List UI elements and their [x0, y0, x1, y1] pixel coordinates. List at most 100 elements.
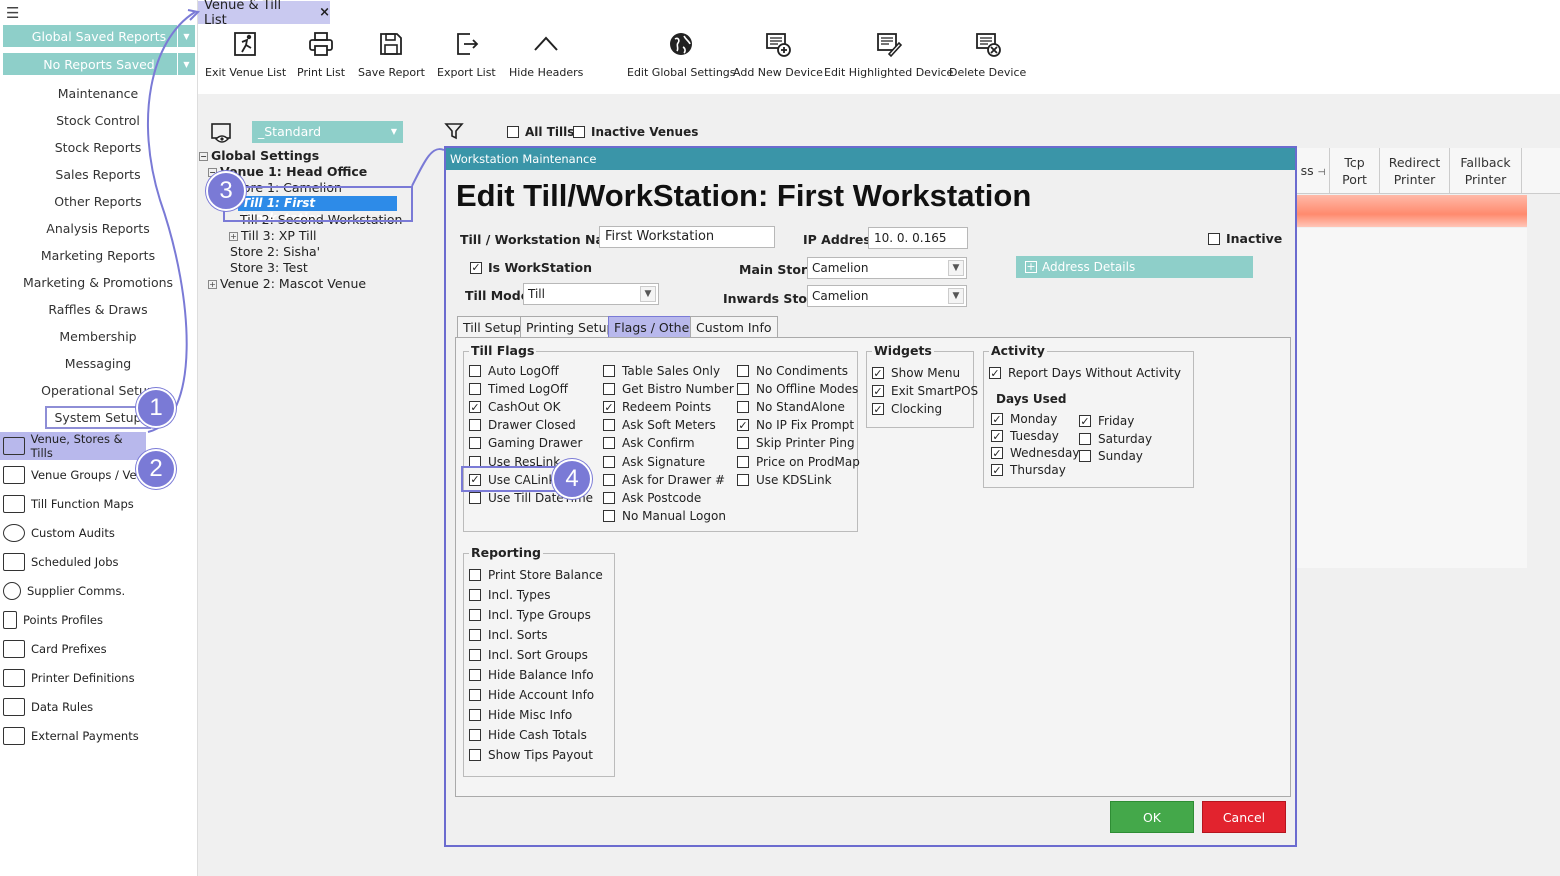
- checkbox-box[interactable]: [603, 437, 615, 450]
- flag-checkbox[interactable]: Hide Cash Totals: [469, 728, 587, 742]
- flag-checkbox[interactable]: Ask Postcode: [603, 491, 701, 505]
- flag-checkbox[interactable]: Get Bistro Number: [603, 382, 734, 396]
- checkbox-box[interactable]: [469, 419, 481, 432]
- flag-checkbox[interactable]: Redeem Points: [603, 400, 711, 414]
- flag-checkbox[interactable]: Show Menu: [872, 366, 960, 380]
- flag-checkbox[interactable]: Ask Signature: [603, 455, 705, 469]
- checkbox-box[interactable]: [469, 491, 481, 504]
- flag-checkbox[interactable]: Incl. Sorts: [469, 628, 548, 642]
- flag-checkbox[interactable]: Ask for Drawer #: [603, 473, 725, 487]
- flag-checkbox[interactable]: Use KDSLink: [737, 473, 832, 487]
- flag-checkbox[interactable]: Wednesday: [991, 446, 1079, 460]
- dialog-title-bar[interactable]: Workstation Maintenance: [446, 148, 1295, 170]
- checkbox-box[interactable]: [603, 365, 615, 377]
- checkbox-box[interactable]: [469, 569, 481, 581]
- flag-checkbox[interactable]: Tuesday: [991, 429, 1059, 443]
- checkbox-box[interactable]: [470, 261, 482, 274]
- flag-checkbox[interactable]: No Condiments: [737, 364, 848, 378]
- checkbox-box[interactable]: [737, 365, 749, 377]
- flag-checkbox[interactable]: Skip Printer Ping: [737, 436, 855, 450]
- flag-checkbox[interactable]: Friday: [1079, 414, 1134, 428]
- flag-checkbox[interactable]: Clocking: [872, 402, 942, 416]
- checkbox-box[interactable]: [603, 383, 615, 396]
- checkbox-box[interactable]: [991, 413, 1003, 425]
- tab-printing-setup[interactable]: Printing Setup: [520, 316, 621, 338]
- checkbox-box[interactable]: [603, 473, 615, 486]
- checkbox-box[interactable]: [737, 383, 749, 396]
- checkbox-box[interactable]: [872, 367, 884, 379]
- flag-checkbox[interactable]: No Offline Modes: [737, 382, 858, 396]
- checkbox-box[interactable]: [469, 689, 481, 701]
- checkbox-box[interactable]: [603, 509, 615, 522]
- flag-checkbox[interactable]: No Manual Logon: [603, 509, 726, 523]
- flag-checkbox[interactable]: Auto LogOff: [469, 364, 559, 378]
- flag-checkbox[interactable]: Print Store Balance: [469, 568, 603, 582]
- checkbox-box[interactable]: [737, 473, 749, 486]
- flag-checkbox[interactable]: Exit SmartPOS: [872, 384, 978, 398]
- tab-till-setup[interactable]: Till Setup: [457, 316, 528, 338]
- tab-custom-info[interactable]: Custom Info: [690, 316, 778, 338]
- inactive-checkbox[interactable]: Inactive: [1208, 231, 1282, 246]
- flag-checkbox[interactable]: Price on ProdMap: [737, 455, 860, 469]
- checkbox-box[interactable]: [989, 367, 1001, 379]
- flag-checkbox[interactable]: Thursday: [991, 463, 1066, 477]
- checkbox-box[interactable]: [737, 419, 749, 432]
- till-mode-select[interactable]: Till ▼: [523, 283, 659, 305]
- flag-checkbox[interactable]: Drawer Closed: [469, 418, 576, 432]
- flag-checkbox[interactable]: Incl. Sort Groups: [469, 648, 588, 662]
- flag-checkbox[interactable]: Incl. Type Groups: [469, 608, 591, 622]
- checkbox-box[interactable]: [737, 455, 749, 468]
- checkbox-box[interactable]: [1208, 232, 1220, 245]
- flag-checkbox[interactable]: No IP Fix Prompt: [737, 418, 854, 432]
- flag-checkbox[interactable]: Timed LogOff: [469, 382, 568, 396]
- checkbox-box[interactable]: [991, 430, 1003, 442]
- checkbox-box[interactable]: [603, 419, 615, 432]
- checkbox-box[interactable]: [469, 401, 481, 414]
- checkbox-box[interactable]: [991, 464, 1003, 476]
- checkbox-box[interactable]: [469, 649, 481, 661]
- checkbox-box[interactable]: [469, 709, 481, 721]
- checkbox-box[interactable]: [737, 401, 749, 414]
- is-workstation-checkbox[interactable]: Is WorkStation: [470, 260, 592, 275]
- flag-checkbox[interactable]: Hide Misc Info: [469, 708, 572, 722]
- checkbox-box[interactable]: [469, 365, 481, 377]
- flag-checkbox[interactable]: Hide Account Info: [469, 688, 594, 702]
- checkbox-box[interactable]: [469, 669, 481, 681]
- flag-checkbox[interactable]: Show Tips Payout: [469, 748, 593, 762]
- ok-button[interactable]: OK: [1110, 801, 1194, 833]
- checkbox-box[interactable]: [469, 729, 481, 741]
- checkbox-box[interactable]: [737, 437, 749, 450]
- checkbox-box[interactable]: [469, 609, 481, 621]
- checkbox-box[interactable]: [469, 589, 481, 601]
- flag-checkbox[interactable]: Monday: [991, 412, 1057, 426]
- flag-checkbox[interactable]: Hide Balance Info: [469, 668, 594, 682]
- checkbox-box[interactable]: [469, 437, 481, 450]
- cancel-button[interactable]: Cancel: [1202, 801, 1286, 833]
- flag-checkbox[interactable]: Sunday: [1079, 449, 1143, 463]
- flag-checkbox[interactable]: Ask Soft Meters: [603, 418, 716, 432]
- inwards-store-select[interactable]: Camelion ▼: [807, 285, 967, 307]
- main-store-select[interactable]: Camelion ▼: [807, 257, 967, 279]
- checkbox-box[interactable]: [603, 455, 615, 468]
- flag-checkbox[interactable]: Gaming Drawer: [469, 436, 582, 450]
- checkbox-box[interactable]: [469, 749, 481, 761]
- checkbox-box[interactable]: [469, 383, 481, 396]
- checkbox-box[interactable]: [872, 403, 884, 415]
- checkbox-box[interactable]: [991, 447, 1003, 459]
- tab-flags-other[interactable]: Flags / Other: [608, 316, 701, 338]
- checkbox-box[interactable]: [603, 401, 615, 414]
- flag-checkbox[interactable]: CashOut OK: [469, 400, 560, 414]
- checkbox-box[interactable]: [872, 385, 884, 397]
- flag-checkbox[interactable]: No StandAlone: [737, 400, 845, 414]
- checkbox-box[interactable]: [603, 491, 615, 504]
- checkbox-box[interactable]: [1079, 450, 1091, 462]
- checkbox-box[interactable]: [469, 629, 481, 641]
- workstation-name-input[interactable]: First Workstation: [599, 226, 775, 248]
- checkbox-box[interactable]: [1079, 432, 1091, 445]
- checkbox-box[interactable]: [1079, 415, 1091, 427]
- flag-checkbox[interactable]: Ask Confirm: [603, 436, 695, 450]
- flag-checkbox[interactable]: Table Sales Only: [603, 364, 720, 378]
- address-details-expander[interactable]: + Address Details: [1016, 256, 1253, 278]
- ip-address-input[interactable]: 10. 0. 0.165: [868, 227, 968, 249]
- report-days-checkbox[interactable]: Report Days Without Activity: [989, 366, 1181, 380]
